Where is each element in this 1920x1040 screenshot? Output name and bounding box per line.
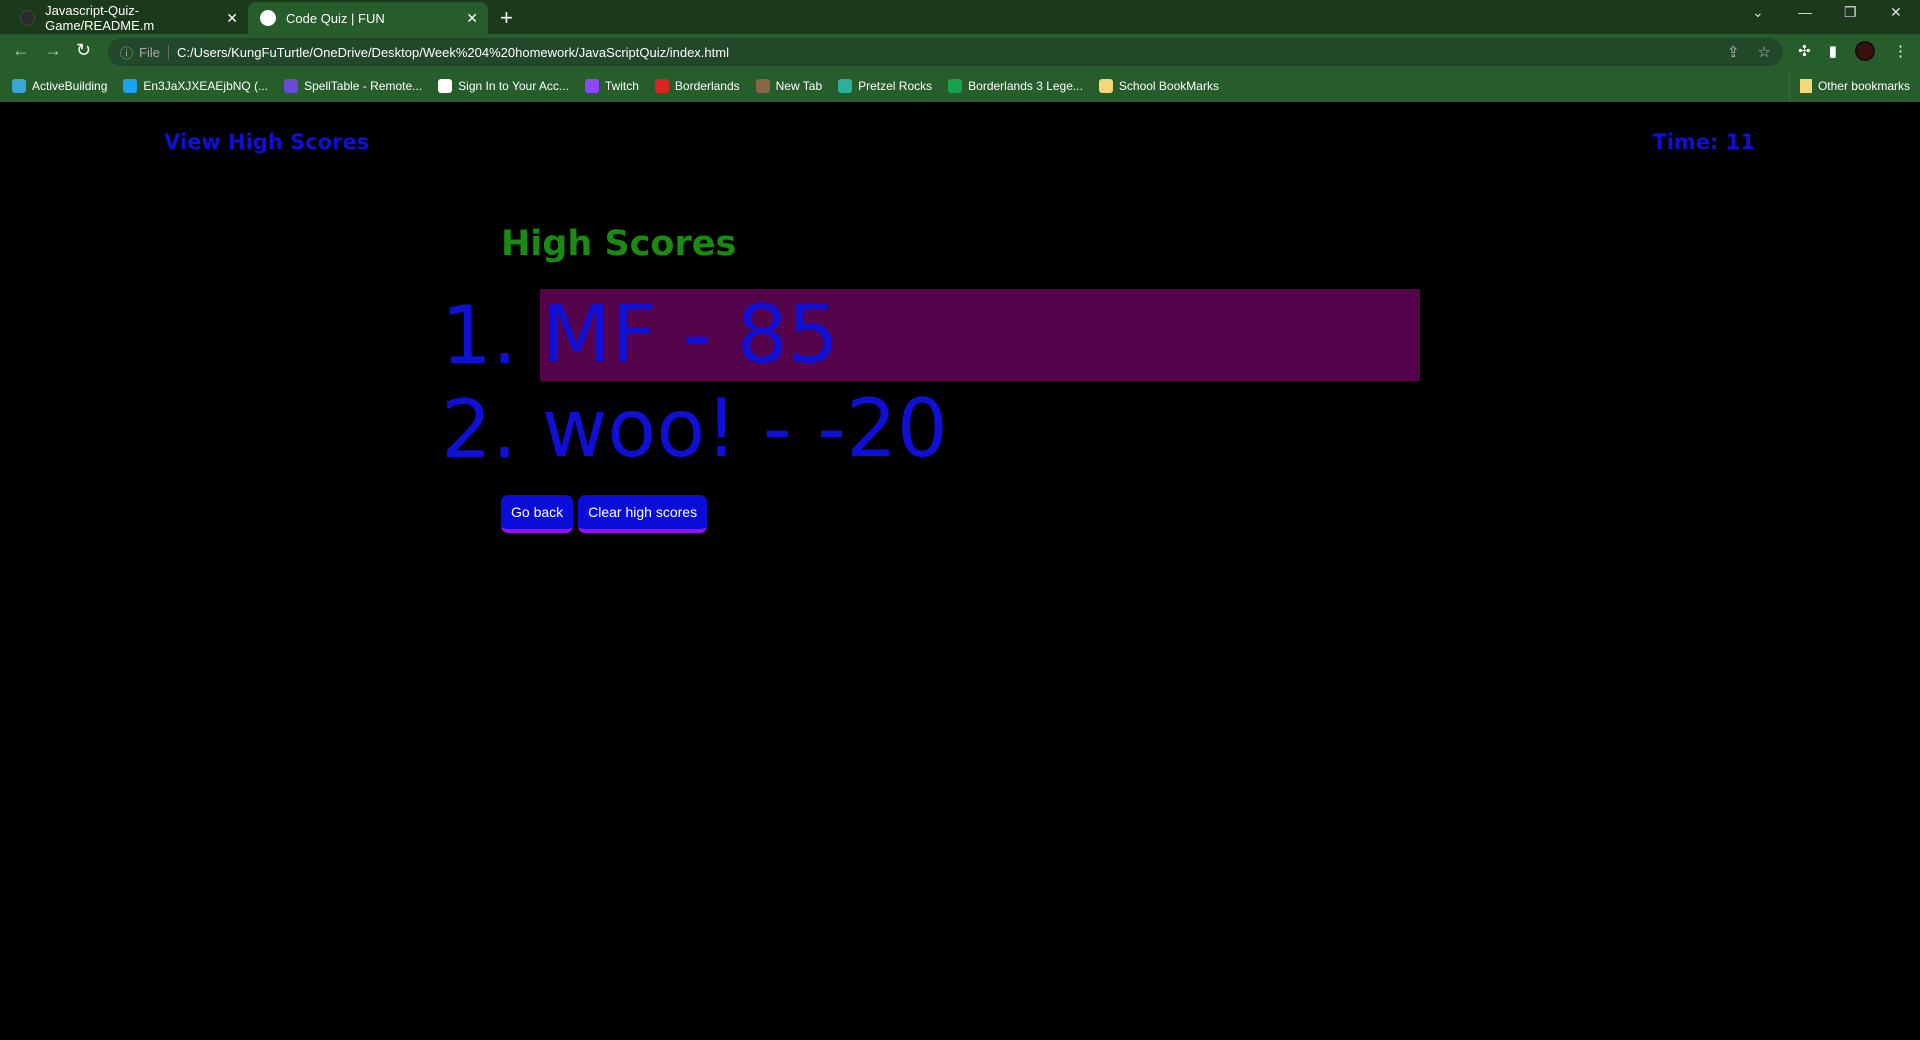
bookmark-label: Borderlands (674, 78, 740, 93)
bookmark-item[interactable]: Borderlands 3 Lege... (948, 78, 1083, 93)
score-entry: woo! - -20 (542, 382, 948, 475)
bookmark-label: En3JaXJXEAEjbNQ (... (143, 78, 269, 93)
go-back-button[interactable]: Go back (501, 495, 574, 533)
reload-icon[interactable]: ↻ (76, 40, 91, 61)
tab-title: Javascript-Quiz-Game/README.m (45, 3, 155, 33)
bookmark-label: Borderlands 3 Lege... (968, 78, 1083, 93)
quiz-page: View High Scores Time: 11 High Scores 1.… (0, 102, 1920, 1040)
info-icon[interactable]: ⓘ (120, 43, 133, 62)
tab-readme[interactable]: Javascript-Quiz-Game/README.m ✕ (8, 2, 248, 34)
bookmark-item[interactable]: Pretzel Rocks (838, 78, 933, 93)
toolbar: ← → ↻ ⓘ File C:/Users/KungFuTurtle/OneDr… (0, 34, 1920, 69)
high-scores-list: 1. MF - 85 2. woo! - -20 (441, 289, 1421, 477)
bookmark-icon (838, 78, 853, 93)
tab-title: Code Quiz | FUN (286, 10, 385, 26)
bookmark-icon (123, 78, 138, 93)
scheme-label: File (139, 44, 169, 60)
other-bookmarks[interactable]: Other bookmarks (1788, 69, 1910, 102)
clear-high-scores-button[interactable]: Clear high scores (578, 495, 708, 533)
profile-avatar[interactable] (1855, 41, 1875, 61)
close-tab-icon[interactable]: ✕ (466, 10, 478, 27)
folder-icon (1799, 78, 1812, 93)
close-window-button[interactable]: ✕ (1890, 4, 1902, 21)
bookmark-item[interactable]: Sign In to Your Acc... (438, 78, 569, 93)
bookmark-icon (755, 78, 770, 93)
tab-strip: Javascript-Quiz-Game/README.m ✕ Code Qui… (0, 0, 1920, 34)
bookmarks-bar: ActiveBuilding En3JaXJXEAEjbNQ (... SpellT… (0, 69, 1920, 102)
bookmark-label: School BookMarks (1118, 78, 1219, 93)
bookmark-icon (438, 78, 453, 93)
bookmark-item[interactable]: ActiveBuilding (12, 78, 108, 93)
restore-button[interactable]: ❐ (1844, 4, 1857, 21)
other-bookmarks-label: Other bookmarks (1817, 78, 1910, 93)
share-icon[interactable]: ⇪ (1727, 43, 1740, 61)
bookmark-label: ActiveBuilding (32, 78, 108, 93)
menu-icon[interactable]: ⋮ (1893, 42, 1908, 60)
bookmark-icon (948, 78, 963, 93)
score-item: 2. woo! - -20 (441, 382, 1421, 476)
bookmark-item[interactable]: School BookMarks (1098, 78, 1219, 93)
minimize-button[interactable]: — (1798, 4, 1812, 20)
address-bar[interactable]: ⓘ File C:/Users/KungFuTurtle/OneDrive/De… (108, 38, 1783, 66)
close-tab-icon[interactable]: ✕ (226, 10, 238, 27)
bookmark-item[interactable]: Borderlands (654, 78, 740, 93)
bookmark-icon (284, 78, 299, 93)
github-icon (20, 10, 36, 26)
bookmark-label: Pretzel Rocks (858, 78, 933, 93)
tab-search-icon[interactable]: ⌄ (1752, 4, 1764, 21)
bookmark-item[interactable]: SpellTable - Remote... (284, 78, 423, 93)
score-rank: 2. (441, 382, 518, 476)
view-high-scores-link[interactable]: View High Scores (164, 130, 369, 154)
star-icon[interactable]: ☆ (1758, 43, 1771, 61)
extensions-icon[interactable]: ✣ (1798, 42, 1811, 60)
bookmark-label: SpellTable - Remote... (304, 78, 423, 93)
forward-icon[interactable]: → (44, 40, 62, 61)
timer: Time: 11 (1652, 130, 1755, 154)
bookmark-icon (12, 78, 26, 93)
bookmark-item[interactable]: Twitch (584, 78, 639, 93)
score-entry: MF - 85 (540, 289, 1420, 381)
bookmark-icon (584, 78, 599, 93)
bookmark-label: Twitch (604, 78, 639, 93)
url-text[interactable]: C:/Users/KungFuTurtle/OneDrive/Desktop/W… (177, 45, 729, 60)
score-rank: 1. (441, 288, 518, 382)
bookmark-icon (1098, 78, 1113, 93)
bookmark-item[interactable]: New Tab (755, 78, 823, 93)
bookmark-label: Sign In to Your Acc... (458, 78, 569, 93)
tab-code-quiz[interactable]: Code Quiz | FUN ✕ (248, 2, 488, 34)
score-item: 1. MF - 85 (441, 288, 1421, 382)
new-tab-button[interactable]: + (500, 5, 513, 31)
bookmark-icon (654, 78, 669, 93)
bookmark-item[interactable]: En3JaXJXEAEjbNQ (... (123, 78, 269, 93)
bookmark-label: New Tab (775, 78, 823, 93)
back-icon[interactable]: ← (12, 40, 30, 61)
side-panel-icon[interactable]: ▮ (1829, 42, 1837, 60)
page-title: High Scores (501, 224, 737, 264)
globe-icon (260, 10, 276, 26)
